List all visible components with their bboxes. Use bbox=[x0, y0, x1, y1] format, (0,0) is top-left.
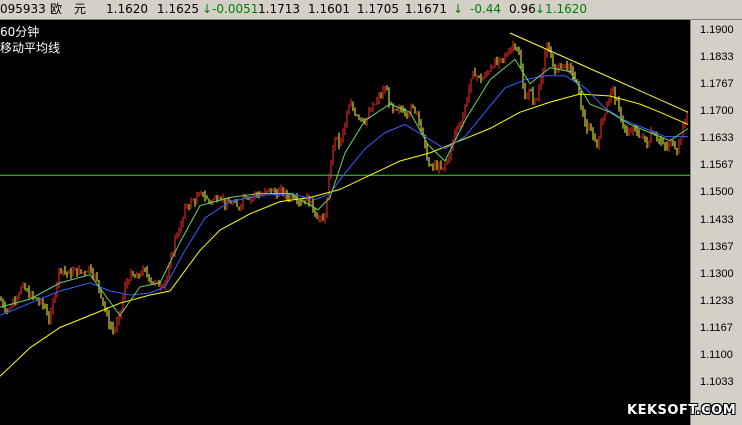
y-tick-label: 1.1633 bbox=[700, 132, 734, 144]
quote-ask: 1.1625 bbox=[157, 2, 199, 16]
price-chart bbox=[0, 32, 690, 377]
y-tick-label: 1.1767 bbox=[700, 78, 734, 90]
quote-high: 1.1705 bbox=[357, 2, 399, 16]
quote-change: ↓-0.0051 bbox=[202, 2, 259, 16]
watermark: KEKSOFT.COM bbox=[627, 403, 737, 418]
quote-last-2: ↓1.1620 bbox=[535, 2, 588, 16]
quote-prev: 1.1671 bbox=[405, 2, 447, 16]
y-tick-label: 1.1167 bbox=[700, 322, 733, 334]
y-tick-label: 1.1100 bbox=[700, 349, 733, 361]
y-tick-label: 1.1500 bbox=[700, 186, 734, 198]
quote-bar: 095933 欧 元 1.1620 1.1625 ↓-0.0051 1.1713… bbox=[0, 0, 742, 20]
moving-average-line-1 bbox=[0, 93, 689, 377]
quote-open: 1.1713 bbox=[258, 2, 300, 16]
y-tick-label: 1.1833 bbox=[700, 51, 734, 63]
quote-change-pct: -0.44 bbox=[470, 2, 502, 16]
indicator-label: 移动平均线 bbox=[0, 41, 61, 55]
y-tick-label: 1.1900 bbox=[700, 24, 734, 36]
quote-code: 095933 bbox=[0, 2, 46, 16]
y-tick-label: 1.1233 bbox=[700, 295, 734, 307]
quote-name: 欧 元 bbox=[50, 2, 87, 16]
quote-low: 1.1601 bbox=[308, 2, 350, 16]
y-tick-label: 1.1367 bbox=[700, 241, 734, 253]
y-tick-label: 1.1300 bbox=[700, 268, 734, 280]
y-axis: 1.1900 1.1833 1.1767 1.1700 1.1633 1.1567 1.15… bbox=[690, 20, 742, 425]
y-tick-label: 1.1700 bbox=[700, 105, 734, 117]
y-tick-label: 1.1433 bbox=[700, 214, 734, 226]
y-tick-label: 1.1567 bbox=[700, 159, 734, 171]
down-arrow-icon: ↓ bbox=[453, 2, 464, 16]
y-tick-label: 1.1033 bbox=[700, 376, 734, 388]
quote-ratio: 0.96 bbox=[509, 2, 536, 16]
period-label: 60分钟 bbox=[0, 25, 40, 39]
quote-last: 1.1620 bbox=[106, 2, 148, 16]
